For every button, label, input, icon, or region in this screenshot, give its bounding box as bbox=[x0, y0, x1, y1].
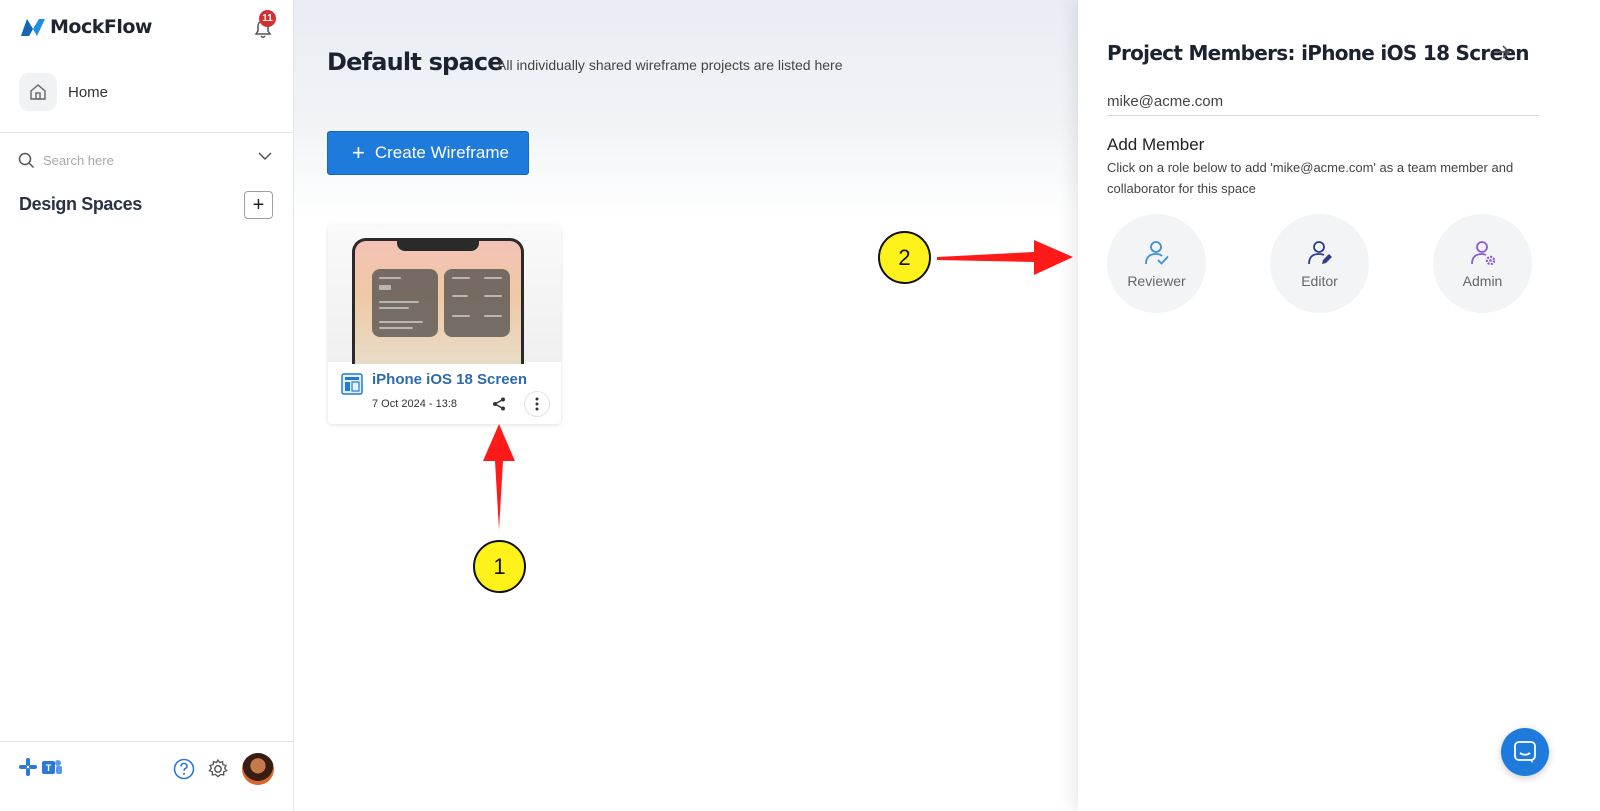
add-space-button[interactable]: + bbox=[244, 191, 273, 219]
mockflow-logo-icon bbox=[21, 19, 45, 36]
role-label: Admin bbox=[1462, 272, 1503, 289]
project-date: 7 Oct 2024 - 13:8 bbox=[372, 398, 457, 410]
mockflow-logo[interactable]: MockFlow bbox=[20, 16, 152, 38]
share-button[interactable] bbox=[488, 393, 510, 415]
app-name: MockFlow bbox=[50, 16, 152, 38]
chat-support-button[interactable] bbox=[1501, 728, 1549, 776]
phone-mockup-image bbox=[352, 238, 524, 364]
gear-icon[interactable] bbox=[207, 758, 229, 780]
add-member-description: Click on a role below to add 'mike@acme.… bbox=[1107, 160, 1514, 196]
arrow-right-icon[interactable] bbox=[1492, 44, 1512, 60]
plus-icon: + bbox=[352, 140, 365, 165]
project-title[interactable]: iPhone iOS 18 Screen bbox=[372, 371, 527, 388]
role-label: Reviewer bbox=[1127, 272, 1186, 289]
avatar[interactable] bbox=[242, 753, 274, 785]
add-member-title: Add Member bbox=[1107, 135, 1205, 154]
role-reviewer-button[interactable]: Reviewer bbox=[1107, 214, 1206, 313]
home-icon bbox=[19, 73, 57, 111]
more-options-button[interactable] bbox=[524, 391, 550, 417]
editor-user-icon bbox=[1307, 240, 1332, 264]
role-label: Editor bbox=[1301, 272, 1338, 289]
callout-step-1: 1 bbox=[473, 540, 526, 593]
email-field[interactable] bbox=[1107, 88, 1539, 116]
chat-icon bbox=[1514, 741, 1536, 763]
create-wireframe-label: Create Wireframe bbox=[374, 143, 509, 162]
wireframe-icon bbox=[341, 373, 363, 395]
reviewer-user-icon bbox=[1144, 240, 1169, 265]
sidebar: MockFlow 11 Home Design Spaces + bbox=[0, 0, 294, 811]
divider bbox=[0, 132, 293, 133]
help-icon[interactable] bbox=[173, 758, 195, 780]
admin-user-icon bbox=[1470, 240, 1495, 265]
sidebar-item-label: Home bbox=[68, 83, 109, 101]
project-card[interactable]: iPhone iOS 18 Screen 7 Oct 2024 - 13:8 bbox=[328, 225, 561, 424]
role-editor-button[interactable]: Editor bbox=[1270, 214, 1369, 313]
more-vertical-icon bbox=[535, 397, 539, 411]
role-admin-button[interactable]: Admin bbox=[1433, 214, 1532, 313]
divider bbox=[0, 741, 293, 742]
share-icon bbox=[493, 397, 505, 411]
main-content: Default space All individually shared wi… bbox=[294, 0, 1078, 811]
project-thumbnail bbox=[328, 225, 561, 364]
page-subtitle: All individually shared wireframe projec… bbox=[497, 57, 843, 73]
search-bar[interactable] bbox=[18, 148, 272, 172]
notification-badge: 11 bbox=[259, 10, 276, 27]
project-card-info: iPhone iOS 18 Screen 7 Oct 2024 - 13:8 bbox=[328, 362, 561, 424]
chevron-down-icon[interactable] bbox=[258, 152, 272, 161]
integrations: T bbox=[18, 757, 63, 777]
sidebar-item-home[interactable]: Home bbox=[19, 73, 108, 111]
teams-icon[interactable]: T bbox=[41, 757, 63, 777]
project-members-panel: Project Members: iPhone iOS 18 Screen Ad… bbox=[1078, 0, 1600, 811]
create-wireframe-button[interactable]: + Create Wireframe bbox=[327, 131, 529, 175]
design-spaces-title: Design Spaces bbox=[19, 194, 142, 214]
page-title: Default space bbox=[327, 48, 504, 76]
svg-text:T: T bbox=[46, 763, 52, 773]
search-icon bbox=[18, 152, 35, 168]
callout-step-2: 2 bbox=[878, 231, 931, 284]
panel-title: Project Members: iPhone iOS 18 Screen bbox=[1107, 41, 1530, 65]
slack-icon[interactable] bbox=[18, 757, 38, 777]
search-input[interactable] bbox=[43, 152, 233, 168]
